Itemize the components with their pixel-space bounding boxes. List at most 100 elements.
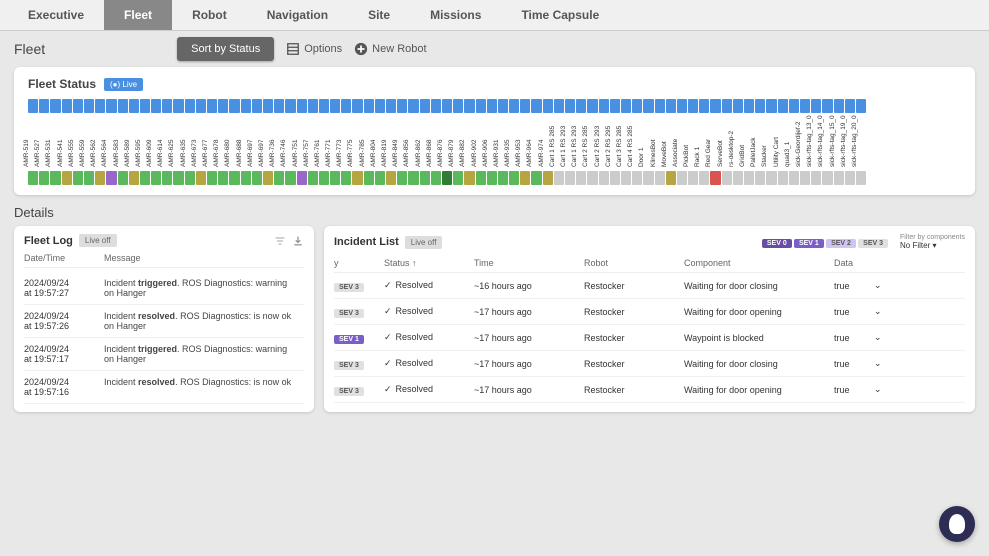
status-cell[interactable]: [386, 99, 396, 113]
status-cell[interactable]: [688, 99, 698, 113]
status-cell[interactable]: [285, 99, 295, 113]
status-cell[interactable]: [50, 99, 60, 113]
status-cell[interactable]: [308, 99, 318, 113]
status-cell[interactable]: [856, 99, 866, 113]
status-cell[interactable]: [408, 99, 418, 113]
health-cell[interactable]: [498, 171, 508, 185]
status-cell[interactable]: [106, 99, 116, 113]
status-cell[interactable]: [140, 99, 150, 113]
status-cell[interactable]: [28, 99, 38, 113]
status-cell[interactable]: [498, 99, 508, 113]
health-cell[interactable]: [118, 171, 128, 185]
status-cell[interactable]: [364, 99, 374, 113]
status-cell[interactable]: [453, 99, 463, 113]
status-cell[interactable]: [341, 99, 351, 113]
sev-filter-3[interactable]: SEV 3: [858, 239, 888, 248]
status-cell[interactable]: [643, 99, 653, 113]
health-cell[interactable]: [297, 171, 307, 185]
expand-icon[interactable]: ⌄: [874, 358, 894, 369]
health-cell[interactable]: [375, 171, 385, 185]
sort-by-status-button[interactable]: Sort by Status: [177, 37, 274, 61]
health-cell[interactable]: [576, 171, 586, 185]
health-cell[interactable]: [789, 171, 799, 185]
health-cell[interactable]: [464, 171, 474, 185]
status-cell[interactable]: [151, 99, 161, 113]
status-cell[interactable]: [621, 99, 631, 113]
status-cell[interactable]: [520, 99, 530, 113]
tab-time-capsule[interactable]: Time Capsule: [501, 0, 619, 30]
health-cell[interactable]: [845, 171, 855, 185]
status-cell[interactable]: [397, 99, 407, 113]
status-cell[interactable]: [62, 99, 72, 113]
health-cell[interactable]: [599, 171, 609, 185]
health-cell[interactable]: [162, 171, 172, 185]
health-cell[interactable]: [755, 171, 765, 185]
health-cell[interactable]: [487, 171, 497, 185]
health-cell[interactable]: [252, 171, 262, 185]
health-cell[interactable]: [733, 171, 743, 185]
status-cell[interactable]: [543, 99, 553, 113]
health-cell[interactable]: [39, 171, 49, 185]
health-cell[interactable]: [453, 171, 463, 185]
health-cell[interactable]: [151, 171, 161, 185]
status-cell[interactable]: [733, 99, 743, 113]
health-cell[interactable]: [509, 171, 519, 185]
health-cell[interactable]: [699, 171, 709, 185]
expand-icon[interactable]: ⌄: [874, 280, 894, 291]
filter-icon[interactable]: [274, 235, 286, 247]
health-cell[interactable]: [688, 171, 698, 185]
health-cell[interactable]: [834, 171, 844, 185]
status-cell[interactable]: [95, 99, 105, 113]
status-cell[interactable]: [822, 99, 832, 113]
status-cell[interactable]: [576, 99, 586, 113]
health-cell[interactable]: [554, 171, 564, 185]
sev-filter-2[interactable]: SEV 2: [826, 239, 856, 248]
health-cell[interactable]: [655, 171, 665, 185]
status-cell[interactable]: [420, 99, 430, 113]
health-cell[interactable]: [285, 171, 295, 185]
status-cell[interactable]: [632, 99, 642, 113]
health-cell[interactable]: [610, 171, 620, 185]
health-cell[interactable]: [811, 171, 821, 185]
expand-icon[interactable]: ⌄: [874, 306, 894, 317]
status-cell[interactable]: [587, 99, 597, 113]
health-cell[interactable]: [173, 171, 183, 185]
health-cell[interactable]: [543, 171, 553, 185]
status-cell[interactable]: [218, 99, 228, 113]
health-cell[interactable]: [822, 171, 832, 185]
health-cell[interactable]: [632, 171, 642, 185]
sev-filter-1[interactable]: SEV 1: [794, 239, 824, 248]
health-cell[interactable]: [84, 171, 94, 185]
health-cell[interactable]: [531, 171, 541, 185]
expand-icon[interactable]: ⌄: [874, 332, 894, 343]
health-cell[interactable]: [50, 171, 60, 185]
health-cell[interactable]: [766, 171, 776, 185]
status-cell[interactable]: [722, 99, 732, 113]
health-cell[interactable]: [106, 171, 116, 185]
status-cell[interactable]: [487, 99, 497, 113]
health-cell[interactable]: [196, 171, 206, 185]
options-button[interactable]: Options: [286, 42, 342, 56]
new-robot-button[interactable]: New Robot: [354, 42, 426, 56]
status-cell[interactable]: [789, 99, 799, 113]
status-cell[interactable]: [811, 99, 821, 113]
status-cell[interactable]: [464, 99, 474, 113]
status-cell[interactable]: [297, 99, 307, 113]
status-cell[interactable]: [565, 99, 575, 113]
status-cell[interactable]: [263, 99, 273, 113]
status-cell[interactable]: [442, 99, 452, 113]
status-cell[interactable]: [599, 99, 609, 113]
status-cell[interactable]: [352, 99, 362, 113]
status-cell[interactable]: [173, 99, 183, 113]
tab-robot[interactable]: Robot: [172, 0, 247, 30]
status-cell[interactable]: [778, 99, 788, 113]
status-cell[interactable]: [274, 99, 284, 113]
health-cell[interactable]: [643, 171, 653, 185]
live-badge[interactable]: (●) Live: [104, 78, 143, 91]
status-cell[interactable]: [845, 99, 855, 113]
download-icon[interactable]: [292, 235, 304, 247]
status-cell[interactable]: [185, 99, 195, 113]
status-cell[interactable]: [252, 99, 262, 113]
status-cell[interactable]: [319, 99, 329, 113]
status-cell[interactable]: [677, 99, 687, 113]
